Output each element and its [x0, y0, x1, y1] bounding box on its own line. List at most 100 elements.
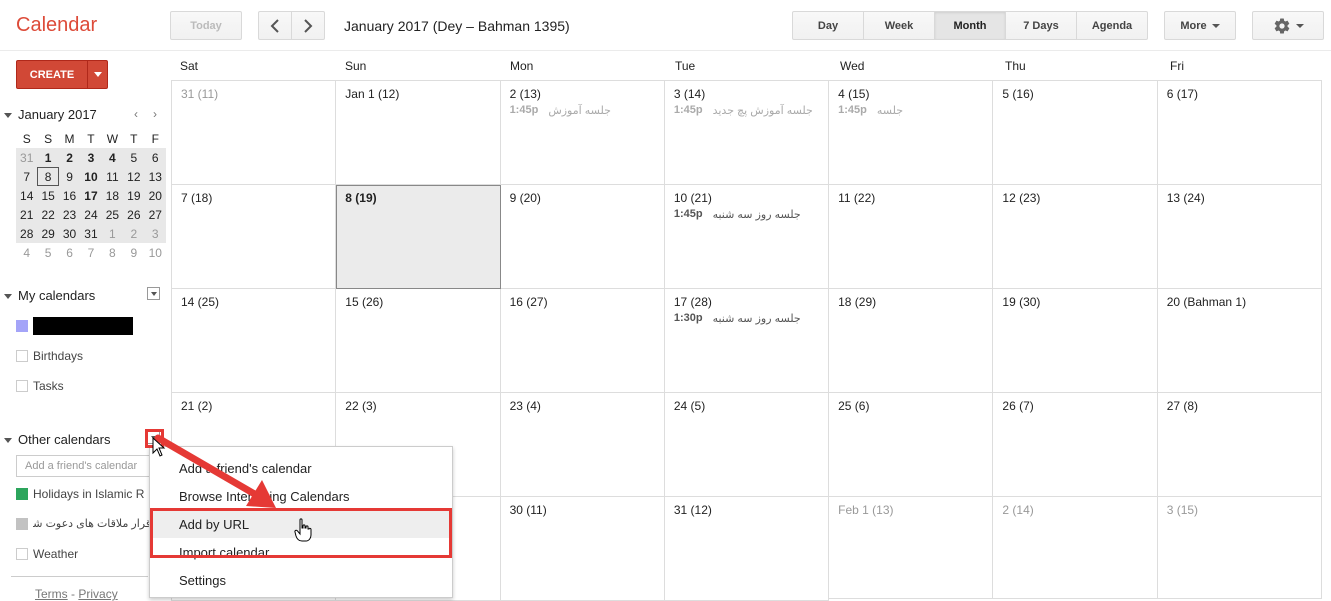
mini-calendar-day[interactable]: 15	[37, 186, 59, 205]
mini-calendar-day[interactable]: 12	[123, 167, 145, 186]
day-cell[interactable]: 27 (8)	[1157, 393, 1322, 497]
mini-calendar-day[interactable]: 1	[101, 224, 124, 243]
mini-calendar-day[interactable]: 31	[16, 148, 38, 167]
event-chip[interactable]: 1:45p جلسه آموزش پچ جدید	[674, 104, 828, 117]
my-calendars-dropdown[interactable]	[147, 287, 160, 300]
calendar-item-primary[interactable]	[16, 317, 133, 335]
privacy-link[interactable]: Privacy	[78, 587, 117, 601]
day-number[interactable]: 23 (4)	[510, 399, 664, 413]
mini-calendar-day[interactable]: 20	[144, 186, 166, 205]
day-number[interactable]: 10 (21)	[674, 191, 828, 205]
menu-item-settings[interactable]: Settings	[150, 566, 452, 594]
calendar-item-weather[interactable]: Weather	[16, 547, 78, 561]
day-cell[interactable]: 15 (26)	[336, 289, 501, 393]
mini-calendar-day[interactable]: 3	[80, 148, 102, 167]
day-cell[interactable]: 5 (16)	[993, 81, 1158, 185]
mini-calendar-day[interactable]: 2	[123, 224, 145, 243]
mini-next-icon[interactable]: ›	[153, 107, 157, 121]
day-cell[interactable]: 23 (4)	[500, 393, 665, 497]
day-cell[interactable]: Feb 1 (13)	[829, 497, 994, 599]
day-cell[interactable]: 2 (14)	[993, 497, 1158, 599]
mini-calendar-day[interactable]: 8	[101, 243, 124, 262]
day-number[interactable]: 17 (28)	[674, 295, 828, 309]
event-chip[interactable]: 1:45p جلسه	[838, 104, 992, 117]
day-cell[interactable]: 10 (21) 1:45p جلسه روز سه شنبه	[664, 185, 830, 289]
mini-calendar-day[interactable]: 21	[16, 205, 38, 224]
day-cell[interactable]: 19 (30)	[993, 289, 1158, 393]
day-cell[interactable]: 2 (13) 1:45p جلسه آموزش	[500, 81, 665, 185]
mini-calendar-header[interactable]: January 2017	[4, 107, 97, 122]
mini-calendar-day[interactable]: 26	[123, 205, 145, 224]
calendar-color-swatch[interactable]	[16, 350, 28, 362]
settings-button[interactable]	[1252, 11, 1324, 40]
day-cell[interactable]: 3 (15)	[1157, 497, 1322, 599]
day-number[interactable]: 4 (15)	[838, 87, 992, 101]
day-cell[interactable]: 25 (6)	[829, 393, 994, 497]
mini-calendar-day[interactable]: 30	[58, 224, 81, 243]
mini-calendar-day[interactable]: 23	[58, 205, 81, 224]
view-month-button[interactable]: Month	[935, 11, 1006, 40]
day-number[interactable]: 12 (23)	[1002, 191, 1156, 205]
day-cell[interactable]: 31 (11)	[172, 81, 337, 185]
mini-calendar-day[interactable]: 7	[16, 167, 38, 186]
calendar-item-birthdays[interactable]: Birthdays	[16, 349, 83, 363]
my-calendars-header[interactable]: My calendars	[4, 288, 95, 303]
day-number[interactable]: 31 (12)	[674, 503, 828, 517]
day-cell[interactable]: 31 (12)	[664, 497, 830, 601]
day-cell[interactable]: 3 (14) 1:45p جلسه آموزش پچ جدید	[664, 81, 830, 185]
calendar-color-swatch[interactable]	[16, 548, 28, 560]
day-number[interactable]: 11 (22)	[838, 191, 992, 205]
day-number[interactable]: 26 (7)	[1002, 399, 1156, 413]
day-number[interactable]: 6 (17)	[1167, 87, 1321, 101]
event-chip[interactable]: 1:30p جلسه روز سه شنبه	[674, 312, 828, 325]
day-number[interactable]: 30 (11)	[510, 503, 664, 517]
day-cell[interactable]: 30 (11)	[500, 497, 665, 601]
mini-calendar-day[interactable]: 18	[101, 186, 124, 205]
mini-calendar-day[interactable]: 10	[144, 243, 166, 262]
day-number[interactable]: 18 (29)	[838, 295, 992, 309]
mini-calendar-day[interactable]: 4	[16, 243, 38, 262]
mini-calendar-day[interactable]: 1	[37, 148, 59, 167]
today-button[interactable]: Today	[170, 11, 242, 40]
day-number[interactable]: 2 (13)	[510, 87, 664, 101]
more-button[interactable]: More	[1164, 11, 1236, 40]
calendar-item-holidays[interactable]: Holidays in Islamic R	[16, 487, 144, 501]
day-cell[interactable]: 4 (15) 1:45p جلسه	[829, 81, 994, 185]
day-number[interactable]: 13 (24)	[1167, 191, 1321, 205]
create-event-button[interactable]: CREATE	[16, 60, 108, 89]
day-cell[interactable]: 16 (27)	[500, 289, 665, 393]
day-number[interactable]: 27 (8)	[1167, 399, 1321, 413]
calendar-color-swatch[interactable]	[16, 380, 28, 392]
mini-calendar-day[interactable]: 7	[80, 243, 102, 262]
day-cell[interactable]: Jan 1 (12)	[336, 81, 501, 185]
mini-calendar-day[interactable]: 5	[37, 243, 59, 262]
calendar-color-swatch[interactable]	[16, 488, 28, 500]
day-cell[interactable]: 20 (Bahman 1)	[1157, 289, 1322, 393]
mini-calendar-day[interactable]: 24	[80, 205, 102, 224]
day-number[interactable]: 16 (27)	[510, 295, 664, 309]
day-cell[interactable]: 12 (23)	[993, 185, 1158, 289]
calendar-item-tasks[interactable]: Tasks	[16, 379, 64, 393]
mini-calendar-day[interactable]: 25	[101, 205, 124, 224]
create-label[interactable]: CREATE	[17, 61, 88, 88]
mini-calendar-day[interactable]: 6	[144, 148, 166, 167]
create-dropdown-button[interactable]	[88, 61, 107, 88]
day-number[interactable]: Jan 1 (12)	[345, 87, 499, 101]
day-cell[interactable]: 26 (7)	[993, 393, 1158, 497]
terms-link[interactable]: Terms	[35, 587, 68, 601]
collapse-triangle-icon[interactable]	[4, 438, 12, 444]
add-friend-calendar-input[interactable]: Add a friend's calendar	[16, 455, 152, 477]
collapse-triangle-icon[interactable]	[4, 294, 12, 300]
day-cell[interactable]: 6 (17)	[1157, 81, 1322, 185]
mini-calendar-day[interactable]: 11	[101, 167, 124, 186]
event-chip[interactable]: 1:45p جلسه روز سه شنبه	[674, 208, 828, 221]
day-number[interactable]: 3 (14)	[674, 87, 828, 101]
mini-calendar-day[interactable]: 16	[58, 186, 81, 205]
mini-calendar-day[interactable]: 6	[58, 243, 81, 262]
day-number[interactable]: 24 (5)	[674, 399, 828, 413]
previous-period-button[interactable]	[258, 11, 292, 40]
view-7days-button[interactable]: 7 Days	[1006, 11, 1077, 40]
mini-calendar-day[interactable]: 27	[144, 205, 166, 224]
day-cell[interactable]: 17 (28) 1:30p جلسه روز سه شنبه	[664, 289, 830, 393]
day-number[interactable]: 9 (20)	[510, 191, 664, 205]
